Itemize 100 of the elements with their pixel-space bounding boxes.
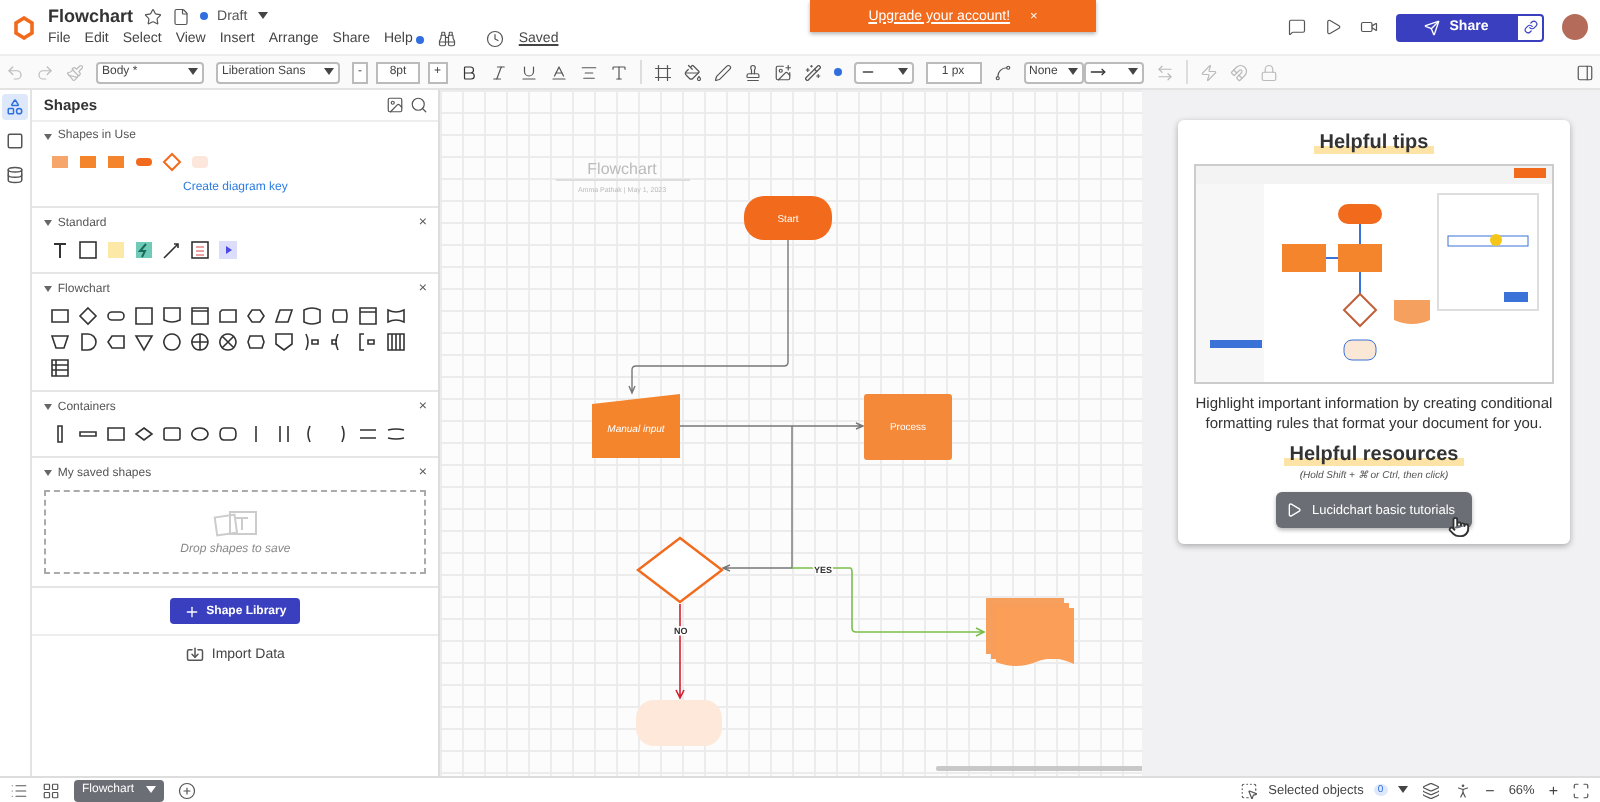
line-end-dropdown[interactable] [1083,61,1144,83]
off-page-reference-shape-icon[interactable] [273,332,294,352]
text-options-icon[interactable] [609,63,628,81]
shapes-tab[interactable] [1,94,28,120]
search-icon[interactable] [410,96,429,114]
media-shape-icon[interactable] [217,240,238,260]
database-shape-icon[interactable] [301,306,322,326]
preparation-shape-icon[interactable] [245,306,266,326]
collapse-caret-icon[interactable] [43,470,52,476]
process-shape-icon[interactable] [49,306,70,326]
fill-color-icon[interactable] [683,63,702,81]
document-title[interactable]: Flowchart [48,6,134,26]
arrow-end-icon [1089,64,1106,80]
send-icon [1423,19,1440,35]
container-shape-icon[interactable] [161,424,182,444]
line-style-dropdown[interactable] [853,61,914,83]
manual-operation-shape-icon[interactable] [49,332,70,352]
collapse-caret-icon[interactable] [43,220,52,226]
rectangle-shape-icon[interactable] [77,240,98,260]
container-shape-icon[interactable] [385,424,406,444]
display-alt-shape-icon[interactable] [105,332,126,352]
style-icon[interactable] [743,63,762,81]
tips-heading: Helpful tips [1313,132,1435,154]
container-shape-icon[interactable] [357,424,378,444]
page-list-icon[interactable] [10,781,28,799]
terminal-shape-icon[interactable] [105,306,126,326]
swimlane-shape-icon[interactable] [385,332,406,352]
notification-dot [416,35,425,43]
diamond-shape-icon[interactable] [161,152,182,172]
effects-icon[interactable] [803,63,822,81]
display-shape-icon[interactable] [357,306,378,326]
list-shape-icon[interactable] [189,240,210,260]
align-icon[interactable] [579,63,598,81]
merge-shape-icon[interactable] [133,332,154,352]
add-page-icon[interactable] [178,781,197,799]
zoom-in-button[interactable]: + [1548,781,1558,799]
line-shape-icon[interactable] [993,63,1012,81]
layers-icon[interactable] [1421,781,1440,799]
user-avatar[interactable] [1562,14,1588,40]
text-tool-icon[interactable] [49,240,70,260]
container-shape-icon[interactable] [189,424,210,444]
selection-icon[interactable] [1240,781,1259,799]
frame-icon[interactable] [653,63,672,81]
text-color-icon[interactable] [549,63,568,81]
app-logo[interactable] [12,15,36,39]
caret-icon [1127,68,1138,76]
action-shape-icon[interactable] [133,240,154,260]
accessibility-icon[interactable] [1453,781,1472,799]
import-icon [185,646,204,664]
video-icon[interactable] [1360,18,1378,36]
copy-link-button[interactable] [1516,13,1544,41]
off-page-shape-icon[interactable] [245,332,266,352]
status-dot [199,12,208,20]
stored-data-shape-icon[interactable] [329,306,350,326]
table-shape-icon[interactable] [49,358,70,378]
delay-shape-icon[interactable] [77,332,98,352]
underline-icon[interactable] [519,63,538,81]
decision-shape-icon[interactable] [77,306,98,326]
multiple-documents-node [986,598,1075,666]
document-shape-icon[interactable] [161,306,182,326]
hand-cursor-icon [1447,516,1470,539]
clock-icon[interactable] [486,30,505,48]
line-tool-icon[interactable] [161,240,182,260]
page-grid-icon[interactable] [42,781,60,799]
container-shape-icon[interactable] [133,424,154,444]
tape-shape-icon[interactable] [385,306,406,326]
caret-icon [188,68,198,76]
present-icon[interactable] [1324,18,1342,36]
container-shape-icon[interactable] [217,424,238,444]
panel-toggle-icon[interactable] [1576,63,1594,81]
card-shape-icon[interactable] [217,306,238,326]
diagram-title: Flowchart [588,160,658,178]
comment-icon[interactable] [1288,18,1306,36]
connector-shape-icon[interactable] [161,332,182,352]
summing-junction-shape-icon[interactable] [217,332,238,352]
document-icon[interactable] [171,7,190,25]
image-placeholder-icon [211,509,260,537]
container-shape-icon[interactable] [273,424,294,444]
bold-icon[interactable] [459,63,478,81]
collapse-caret-icon[interactable] [43,404,52,410]
or-shape-icon[interactable] [189,332,210,352]
star-icon[interactable] [143,7,162,25]
collapse-caret-icon[interactable] [43,133,52,139]
caret-icon [324,68,334,76]
internal-storage-shape-icon[interactable] [189,306,210,326]
container-shape-icon[interactable] [105,424,126,444]
collapse-caret-icon[interactable] [43,286,52,292]
bracket-shape-icon[interactable] [357,332,378,352]
predefined-process-shape-icon[interactable] [133,306,154,326]
binoculars-icon[interactable] [438,30,457,48]
fullscreen-icon[interactable] [1572,781,1590,799]
line-color-icon[interactable] [713,63,732,81]
image-icon[interactable] [773,63,792,81]
image-search-icon[interactable] [386,96,405,114]
annotation-shape-icon[interactable] [301,332,322,352]
scrollbar[interactable] [936,766,1142,771]
resources-heading: Helpful resources [1283,444,1465,467]
italic-icon[interactable] [489,63,508,81]
zoom-out-button[interactable]: − [1485,781,1495,799]
data-shape-icon[interactable] [273,306,294,326]
